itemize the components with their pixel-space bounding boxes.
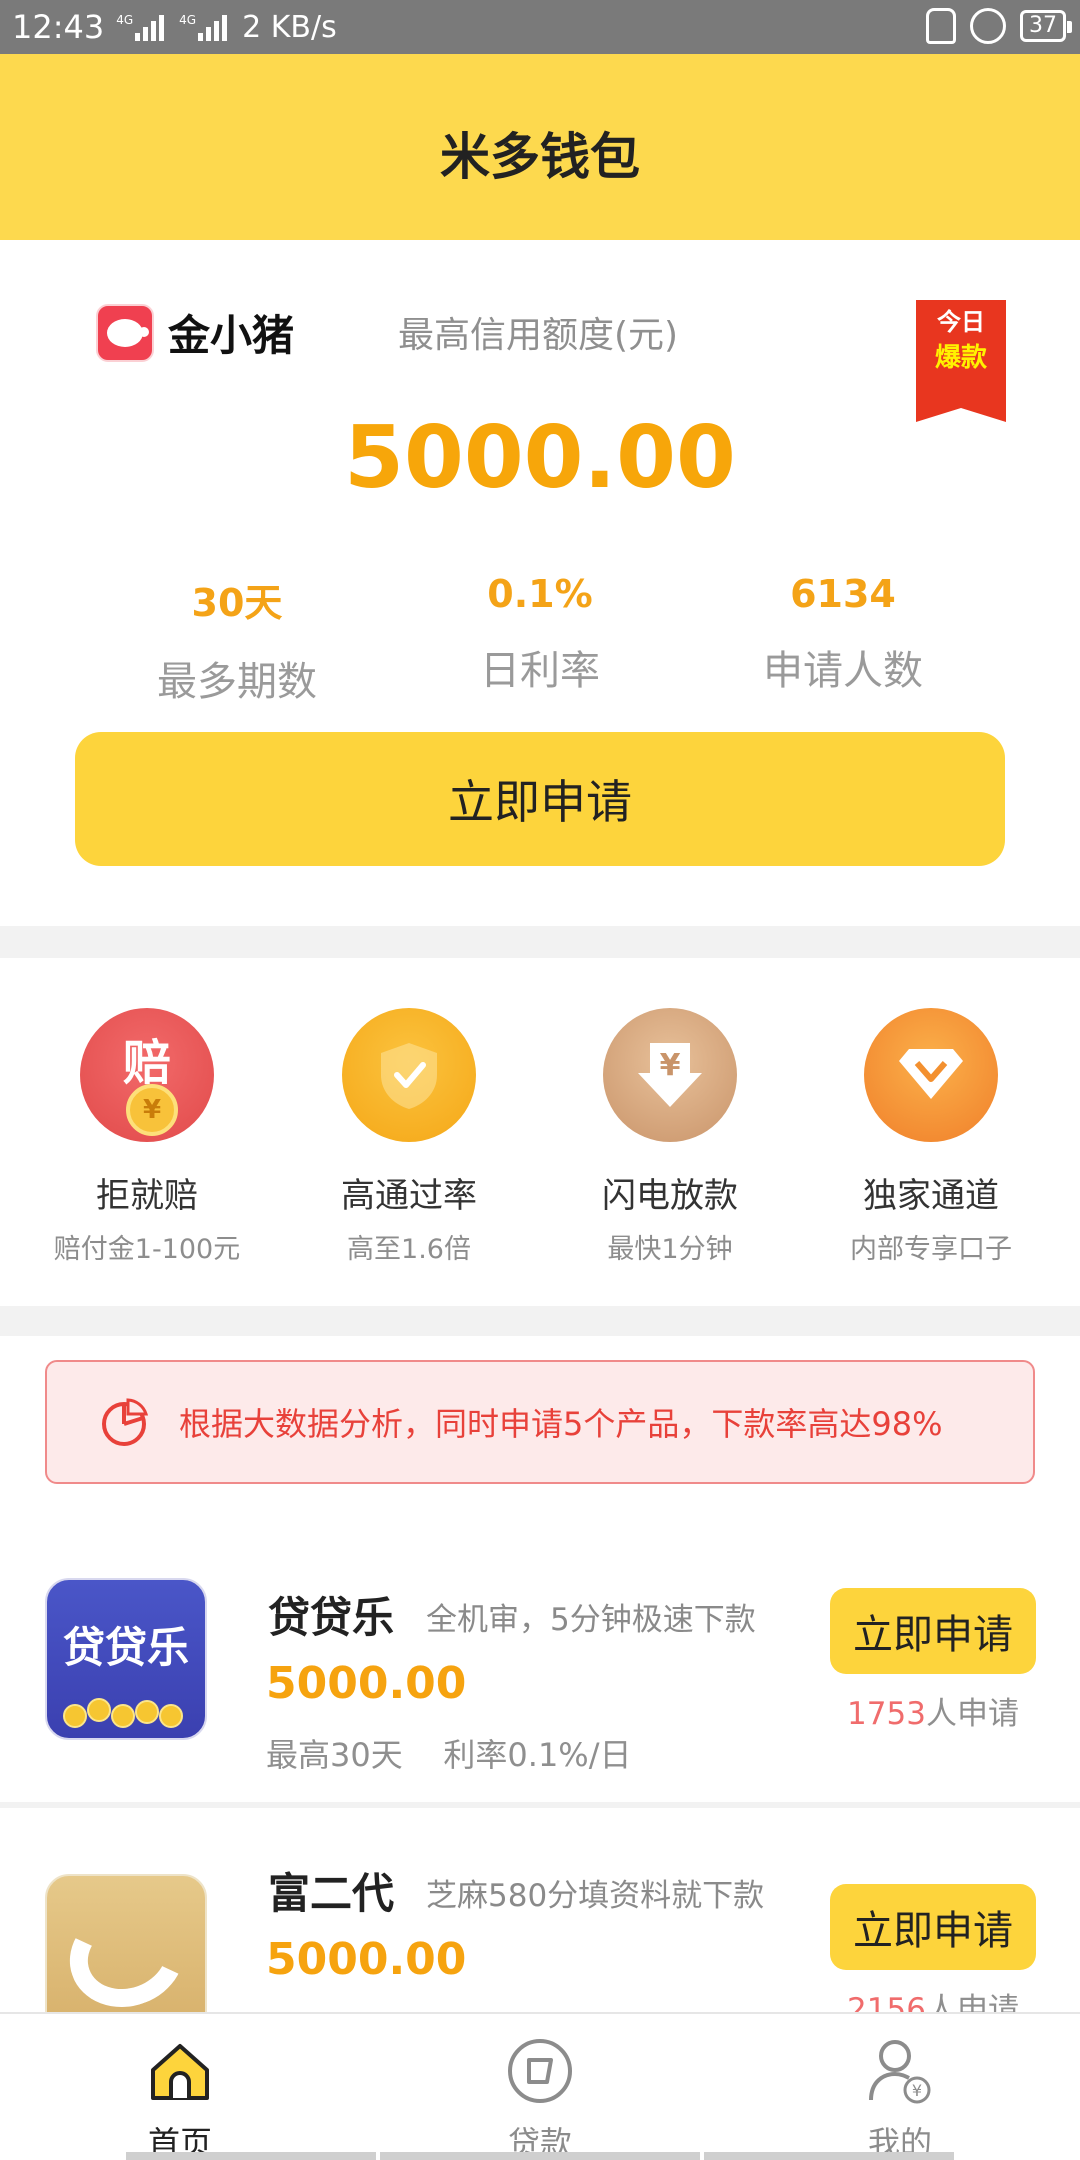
credit-limit-label: 最高信用额度(元) bbox=[398, 315, 679, 356]
pie-chart-icon bbox=[102, 1398, 149, 1446]
nav-indicator-2 bbox=[380, 2152, 700, 2160]
feature-fast-payout[interactable]: ¥ 闪电放款 最快1分钟 bbox=[540, 1008, 800, 1266]
tab-loans[interactable]: 贷款 bbox=[440, 2036, 640, 2160]
nav-indicator-1 bbox=[126, 2152, 376, 2160]
download-yen-icon: ¥ bbox=[603, 1008, 737, 1142]
home-icon bbox=[151, 2044, 209, 2100]
stat-max-term: 30天 最多期数 bbox=[87, 572, 387, 707]
ribbon-bottom-text: 爆款 bbox=[934, 343, 987, 373]
applicant-count: 1753人申请 bbox=[810, 1688, 1056, 1733]
feature-title: 独家通道 bbox=[863, 1176, 999, 1216]
status-time: 12:43 bbox=[12, 8, 105, 46]
bottom-tab-bar: 首页 贷款 ¥ 我的 bbox=[0, 2012, 1080, 2160]
battery-icon: 37 bbox=[1020, 10, 1072, 42]
stat-applicants: 6134 申请人数 bbox=[693, 572, 993, 696]
feature-exclusive-channel[interactable]: 独家通道 内部专享口子 bbox=[801, 1008, 1061, 1266]
daidaile-app-icon: 贷贷乐 bbox=[45, 1578, 207, 1740]
notice-section: 根据大数据分析，同时申请5个产品，下款率高达98% bbox=[0, 1336, 1080, 1508]
loan-terms: 最高30天 利率0.1%/日 bbox=[266, 1736, 632, 1774]
piggy-bank-icon bbox=[96, 303, 154, 362]
signal-icon: 4G bbox=[116, 13, 167, 41]
compensation-glyph: 赔 bbox=[122, 1035, 171, 1091]
svg-text:¥: ¥ bbox=[912, 2081, 922, 2100]
tab-profile[interactable]: ¥ 我的 bbox=[800, 2036, 1000, 2160]
features-row: 赔 ¥ 拒就赔 赔付金1-100元 高通过率 高至1.6倍 ¥ 闪电放款 最快1… bbox=[0, 958, 1080, 1306]
loan-description: 全机审，5分钟极速下款 bbox=[426, 1602, 756, 1638]
network-type-2: 4G bbox=[179, 13, 197, 27]
stat-value: 0.1% bbox=[487, 572, 593, 616]
stat-label: 最多期数 bbox=[157, 659, 317, 705]
stat-label: 申请人数 bbox=[763, 648, 923, 694]
notice-banner: 根据大数据分析，同时申请5个产品，下款率高达98% bbox=[45, 1360, 1035, 1484]
loan-amount: 5000.00 bbox=[266, 1934, 467, 1985]
stat-value: 6134 bbox=[790, 572, 896, 616]
nav-indicator-3 bbox=[704, 2152, 954, 2160]
loan-list-item[interactable]: 贷贷乐 贷贷乐 全机审，5分钟极速下款 5000.00 最高30天 利率0.1%… bbox=[0, 1508, 1080, 1802]
profile-icon: ¥ bbox=[869, 2040, 931, 2104]
loan-name: 贷贷乐 bbox=[268, 1593, 395, 1642]
mute-icon bbox=[926, 8, 956, 44]
signal-icon-2: 4G bbox=[179, 13, 230, 41]
shield-check-icon bbox=[342, 1008, 476, 1142]
compensation-icon: 赔 ¥ bbox=[80, 1008, 214, 1142]
loan-name: 富二代 bbox=[268, 1869, 395, 1918]
loan-list-item[interactable]: 富二代 芝麻580分填资料就下款 5000.00 立即申请 2156人申请 bbox=[0, 1808, 1080, 2036]
featured-product-card: 金小猪 最高信用额度(元) 今日 爆款 5000.00 30天 最多期数 0.1… bbox=[0, 240, 1080, 926]
feature-compensation[interactable]: 赔 ¥ 拒就赔 赔付金1-100元 bbox=[17, 1008, 277, 1266]
apply-now-button[interactable]: 立即申请 bbox=[75, 732, 1005, 866]
network-type-1: 4G bbox=[116, 13, 134, 27]
applicant-count-suffix: 人申请 bbox=[925, 1696, 1019, 1732]
ribbon-top-text: 今日 bbox=[937, 308, 985, 336]
feature-subtitle: 赔付金1-100元 bbox=[53, 1234, 241, 1265]
hot-today-badge: 今日 爆款 bbox=[916, 300, 1006, 422]
stat-label: 日利率 bbox=[480, 648, 600, 694]
coin-icon: ¥ bbox=[126, 1084, 178, 1136]
yen-glyph: ¥ bbox=[660, 1048, 681, 1083]
applicant-count-number: 1753 bbox=[847, 1696, 926, 1732]
loan-icon bbox=[508, 2039, 572, 2103]
diamond-icon bbox=[864, 1008, 998, 1142]
credit-amount: 5000.00 bbox=[344, 408, 736, 508]
feature-title: 拒就赔 bbox=[96, 1176, 198, 1216]
rotation-lock-icon bbox=[970, 8, 1006, 44]
notice-text: 根据大数据分析，同时申请5个产品，下款率高达98% bbox=[179, 1405, 943, 1443]
brand-name: 金小猪 bbox=[168, 311, 295, 360]
feature-subtitle: 高至1.6倍 bbox=[347, 1234, 471, 1265]
tab-home[interactable]: 首页 bbox=[80, 2036, 280, 2160]
feature-subtitle: 内部专享口子 bbox=[850, 1234, 1012, 1265]
stat-daily-rate: 0.1% 日利率 bbox=[390, 572, 690, 696]
feature-subtitle: 最快1分钟 bbox=[607, 1234, 733, 1265]
app-icon-text: 贷贷乐 bbox=[62, 1623, 189, 1672]
status-bar: 12:43 4G 4G 2 KB/s 37 bbox=[0, 0, 1080, 54]
stat-value: 30天 bbox=[191, 581, 283, 625]
loan-amount: 5000.00 bbox=[266, 1658, 467, 1709]
loan-apply-button[interactable]: 立即申请 bbox=[830, 1588, 1036, 1674]
feature-high-approval[interactable]: 高通过率 高至1.6倍 bbox=[279, 1008, 539, 1266]
featured-brand[interactable]: 金小猪 bbox=[96, 302, 294, 363]
page-title: 米多钱包 bbox=[440, 128, 640, 186]
loan-apply-button[interactable]: 立即申请 bbox=[830, 1884, 1036, 1970]
title-bar: 米多钱包 bbox=[0, 54, 1080, 240]
feature-title: 高通过率 bbox=[341, 1176, 477, 1216]
network-speed: 2 KB/s bbox=[242, 9, 337, 45]
feature-title: 闪电放款 bbox=[602, 1176, 738, 1216]
loan-description: 芝麻580分填资料就下款 bbox=[426, 1878, 765, 1914]
